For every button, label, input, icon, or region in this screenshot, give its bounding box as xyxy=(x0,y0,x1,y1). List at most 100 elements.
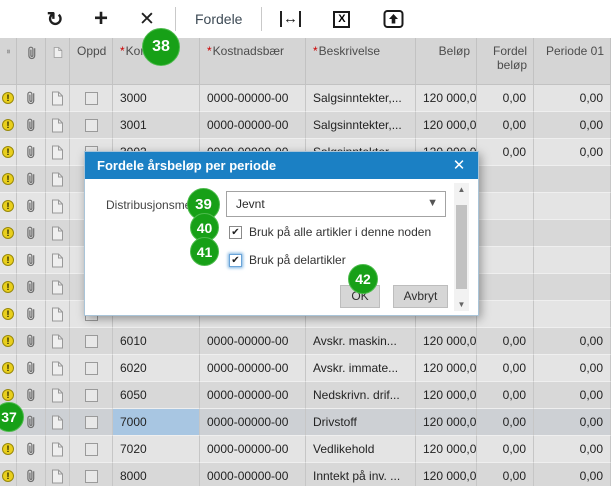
cell-periode-01[interactable]: 0,00 xyxy=(534,436,611,463)
cell-fordel-belop[interactable] xyxy=(477,247,534,274)
cell-fordel-belop[interactable]: 0,00 xyxy=(477,409,534,436)
header-paperclip-icon[interactable] xyxy=(17,38,46,85)
paperclip-icon[interactable] xyxy=(17,166,46,193)
cell-fordel-belop[interactable] xyxy=(477,220,534,247)
export-excel-icon[interactable]: X xyxy=(333,10,351,28)
cell-fordel-belop[interactable] xyxy=(477,301,534,328)
cell-beskrivelse[interactable]: Vedlikehold xyxy=(306,436,416,463)
apply-subarticles-checkbox[interactable]: ✔ xyxy=(229,253,242,267)
paperclip-icon[interactable] xyxy=(17,436,46,463)
cell-konto[interactable]: 8000 xyxy=(113,463,200,486)
cell-konto[interactable]: 7020 xyxy=(113,436,200,463)
row-checkbox[interactable] xyxy=(84,334,98,348)
cell-kostnadsbaerer[interactable]: 0000-00000-00 xyxy=(200,85,306,112)
paperclip-icon[interactable] xyxy=(17,355,46,382)
note-icon[interactable] xyxy=(46,409,70,436)
note-icon[interactable] xyxy=(46,382,70,409)
note-icon[interactable] xyxy=(46,328,70,355)
cell-beskrivelse[interactable]: Salgsinntekter,... xyxy=(306,85,416,112)
paperclip-icon[interactable] xyxy=(17,463,46,486)
dialog-titlebar[interactable]: Fordele årsbeløp per periode ✕ xyxy=(85,152,478,179)
note-icon[interactable] xyxy=(46,301,70,328)
row-checkbox[interactable] xyxy=(84,442,98,456)
cell-kostnadsbaerer[interactable]: 0000-00000-00 xyxy=(200,463,306,486)
refresh-icon[interactable]: ↻ xyxy=(40,4,70,34)
row-checkbox[interactable] xyxy=(84,118,98,132)
cell-periode-01[interactable]: 0,00 xyxy=(534,382,611,409)
apply-all-articles-checkbox[interactable]: ✔ xyxy=(229,225,242,239)
paperclip-icon[interactable] xyxy=(17,193,46,220)
fit-width-icon[interactable]: ↔ xyxy=(279,11,301,27)
row-checkbox[interactable] xyxy=(84,388,98,402)
cell-fordel-belop[interactable]: 0,00 xyxy=(477,112,534,139)
cell-beskrivelse[interactable]: Avskr. maskin... xyxy=(306,328,416,355)
cell-fordel-belop[interactable] xyxy=(477,193,534,220)
fordele-button[interactable]: Fordele xyxy=(189,4,248,34)
note-icon[interactable] xyxy=(46,247,70,274)
cell-beskrivelse[interactable]: Drivstoff xyxy=(306,409,416,436)
cell-belop[interactable]: 120 000,00 xyxy=(416,409,477,436)
cell-fordel-belop[interactable] xyxy=(477,166,534,193)
cell-belop[interactable]: 120 000,00 xyxy=(416,328,477,355)
row-checkbox[interactable] xyxy=(84,91,98,105)
note-icon[interactable] xyxy=(46,463,70,486)
cell-periode-01[interactable]: 0,00 xyxy=(534,355,611,382)
note-icon[interactable] xyxy=(46,436,70,463)
cell-periode-01[interactable]: 0,00 xyxy=(534,463,611,486)
paperclip-icon[interactable] xyxy=(17,220,46,247)
column-header-periode[interactable]: Periode 01 xyxy=(534,38,611,85)
cell-periode-01[interactable]: 0,00 xyxy=(534,328,611,355)
cell-konto[interactable]: 7000 xyxy=(113,409,200,436)
paperclip-icon[interactable] xyxy=(17,382,46,409)
cell-belop[interactable]: 120 000,00 xyxy=(416,112,477,139)
cell-kostnadsbaerer[interactable]: 0000-00000-00 xyxy=(200,328,306,355)
paperclip-icon[interactable] xyxy=(17,139,46,166)
cell-beskrivelse[interactable]: Salgsinntekter,... xyxy=(306,112,416,139)
cell-konto[interactable]: 3000 xyxy=(113,85,200,112)
cell-fordel-belop[interactable]: 0,00 xyxy=(477,328,534,355)
cell-konto[interactable]: 6050 xyxy=(113,382,200,409)
paperclip-icon[interactable] xyxy=(17,247,46,274)
scroll-up-icon[interactable]: ▲ xyxy=(458,183,466,196)
paperclip-icon[interactable] xyxy=(17,274,46,301)
cell-periode-01[interactable] xyxy=(534,274,611,301)
cell-belop[interactable]: 120 000,00 xyxy=(416,382,477,409)
cell-periode-01[interactable]: 0,00 xyxy=(534,85,611,112)
upload-icon[interactable] xyxy=(378,4,408,34)
cell-belop[interactable]: 120 000,00 xyxy=(416,463,477,486)
cell-kostnadsbaerer[interactable]: 0000-00000-00 xyxy=(200,355,306,382)
cell-periode-01[interactable] xyxy=(534,220,611,247)
cell-konto[interactable]: 3001 xyxy=(113,112,200,139)
cell-beskrivelse[interactable]: Avskr. immate... xyxy=(306,355,416,382)
cell-belop[interactable]: 120 000,00 xyxy=(416,436,477,463)
note-icon[interactable] xyxy=(46,139,70,166)
paperclip-icon[interactable] xyxy=(17,85,46,112)
scroll-down-icon[interactable]: ▼ xyxy=(458,298,466,311)
cell-periode-01[interactable] xyxy=(534,301,611,328)
note-icon[interactable] xyxy=(46,166,70,193)
cell-fordel-belop[interactable]: 0,00 xyxy=(477,382,534,409)
cell-belop[interactable]: 120 000,00 xyxy=(416,355,477,382)
cell-fordel-belop[interactable] xyxy=(477,274,534,301)
cell-fordel-belop[interactable]: 0,00 xyxy=(477,436,534,463)
cell-kostnadsbaerer[interactable]: 0000-00000-00 xyxy=(200,409,306,436)
row-checkbox[interactable] xyxy=(84,415,98,429)
row-checkbox[interactable] xyxy=(84,469,98,483)
cell-fordel-belop[interactable]: 0,00 xyxy=(477,139,534,166)
note-icon[interactable] xyxy=(46,220,70,247)
cell-beskrivelse[interactable]: Nedskrivn. drif... xyxy=(306,382,416,409)
cell-periode-01[interactable]: 0,00 xyxy=(534,409,611,436)
note-icon[interactable] xyxy=(46,355,70,382)
column-header-beskrivelse[interactable]: *Beskrivelse xyxy=(306,38,416,85)
note-icon[interactable] xyxy=(46,112,70,139)
column-header-fordel[interactable]: Fordel beløp xyxy=(477,38,534,85)
cell-konto[interactable]: 6020 xyxy=(113,355,200,382)
column-header-oppd[interactable]: Oppd xyxy=(70,38,113,85)
scrollbar-thumb[interactable] xyxy=(456,205,467,289)
scrollbar-track[interactable] xyxy=(454,196,469,298)
cell-periode-01[interactable]: 0,00 xyxy=(534,112,611,139)
cell-periode-01[interactable] xyxy=(534,247,611,274)
cell-periode-01[interactable]: 0,00 xyxy=(534,139,611,166)
cell-kostnadsbaerer[interactable]: 0000-00000-00 xyxy=(200,436,306,463)
cell-periode-01[interactable] xyxy=(534,193,611,220)
